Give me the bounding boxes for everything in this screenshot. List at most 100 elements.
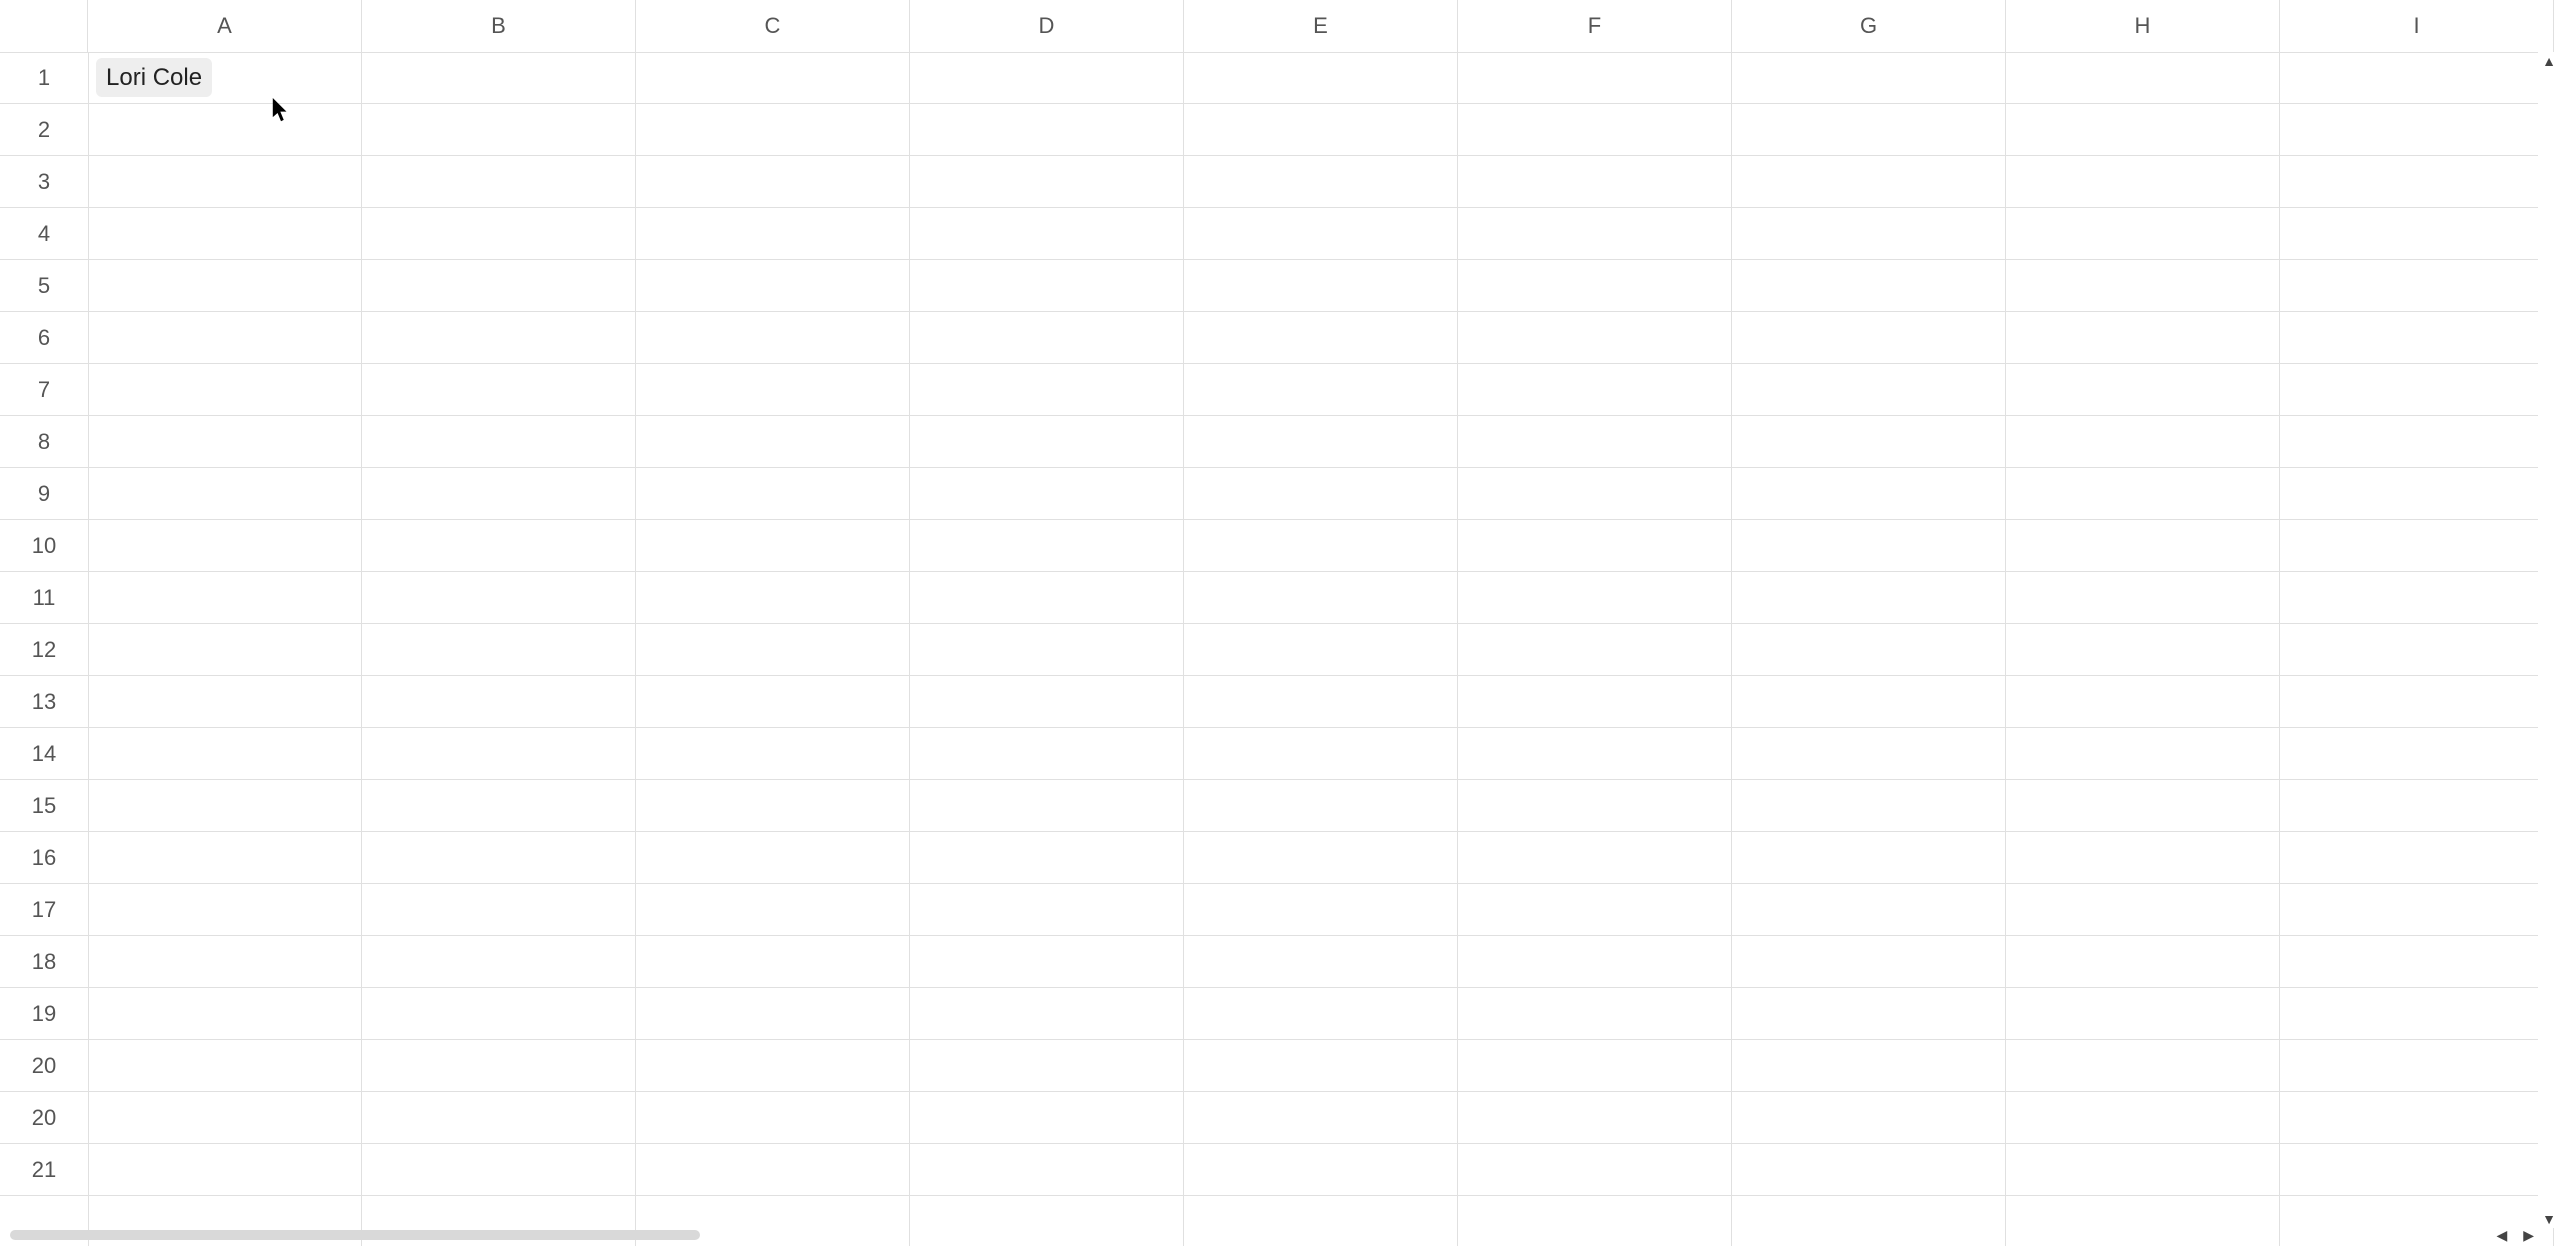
row-header-7[interactable]: 7 [0, 364, 88, 416]
cell-A11[interactable] [88, 572, 362, 623]
cell-A13[interactable] [88, 676, 362, 727]
cell-F21[interactable] [1458, 1144, 1732, 1195]
cell-C7[interactable] [636, 364, 910, 415]
cell-A4[interactable] [88, 208, 362, 259]
cell-E20[interactable] [1184, 1040, 1458, 1091]
cell-G1[interactable] [1732, 52, 2006, 103]
cell-I12[interactable] [2280, 624, 2554, 675]
cell-A17[interactable] [88, 884, 362, 935]
cell-E17[interactable] [1184, 884, 1458, 935]
cell-F13[interactable] [1458, 676, 1732, 727]
cell-B10[interactable] [362, 520, 636, 571]
cell-C17[interactable] [636, 884, 910, 935]
cell-B9[interactable] [362, 468, 636, 519]
cell-H20[interactable] [2006, 1040, 2280, 1091]
sheet-nav-left-icon[interactable]: ◀ [2496, 1227, 2507, 1244]
cell-I7[interactable] [2280, 364, 2554, 415]
cell-B15[interactable] [362, 780, 636, 831]
cell-C5[interactable] [636, 260, 910, 311]
cell-A15[interactable] [88, 780, 362, 831]
col-header-A[interactable]: A [88, 0, 362, 52]
cell-C3[interactable] [636, 156, 910, 207]
cell-D7[interactable] [910, 364, 1184, 415]
row-header-11[interactable]: 11 [0, 572, 88, 624]
cell-E11[interactable] [1184, 572, 1458, 623]
cell-H11[interactable] [2006, 572, 2280, 623]
cell-C20[interactable] [636, 1092, 910, 1143]
cell-B2[interactable] [362, 104, 636, 155]
cell-F1[interactable] [1458, 52, 1732, 103]
col-header-G[interactable]: G [1732, 0, 2006, 52]
cell-B1[interactable] [362, 52, 636, 103]
cell-I1[interactable] [2280, 52, 2554, 103]
cell-C12[interactable] [636, 624, 910, 675]
row-header-15[interactable]: 15 [0, 780, 88, 832]
cell-H4[interactable] [2006, 208, 2280, 259]
cell-I18[interactable] [2280, 936, 2554, 987]
cell-B6[interactable] [362, 312, 636, 363]
cell-E1[interactable] [1184, 52, 1458, 103]
cell-E15[interactable] [1184, 780, 1458, 831]
cell-E14[interactable] [1184, 728, 1458, 779]
cell-D11[interactable] [910, 572, 1184, 623]
cell-I9[interactable] [2280, 468, 2554, 519]
select-all-corner[interactable] [0, 0, 88, 52]
cell-G13[interactable] [1732, 676, 2006, 727]
row-header-13[interactable]: 13 [0, 676, 88, 728]
cell-F19[interactable] [1458, 988, 1732, 1039]
horizontal-scrollbar-thumb[interactable] [10, 1230, 700, 1240]
cell-I10[interactable] [2280, 520, 2554, 571]
cell-E3[interactable] [1184, 156, 1458, 207]
cell-D6[interactable] [910, 312, 1184, 363]
cell-F12[interactable] [1458, 624, 1732, 675]
cell-E21[interactable] [1184, 1144, 1458, 1195]
cell-H9[interactable] [2006, 468, 2280, 519]
cell-F16[interactable] [1458, 832, 1732, 883]
sheet-nav-right-icon[interactable]: ▶ [2523, 1227, 2534, 1244]
cell-I14[interactable] [2280, 728, 2554, 779]
scroll-up-icon[interactable]: ▲ [2542, 52, 2556, 70]
cell-I4[interactable] [2280, 208, 2554, 259]
cell-H12[interactable] [2006, 624, 2280, 675]
cell-G5[interactable] [1732, 260, 2006, 311]
cell-H18[interactable] [2006, 936, 2280, 987]
cell-I17[interactable] [2280, 884, 2554, 935]
row-header-16[interactable]: 16 [0, 832, 88, 884]
cell-I19[interactable] [2280, 988, 2554, 1039]
cell-I3[interactable] [2280, 156, 2554, 207]
cell-G6[interactable] [1732, 312, 2006, 363]
cell-F5[interactable] [1458, 260, 1732, 311]
cell-E2[interactable] [1184, 104, 1458, 155]
cell-I6[interactable] [2280, 312, 2554, 363]
row-header-19[interactable]: 19 [0, 988, 88, 1040]
cell-F20[interactable] [1458, 1040, 1732, 1091]
cell-I20[interactable] [2280, 1040, 2554, 1091]
cell-I20[interactable] [2280, 1092, 2554, 1143]
cell-H19[interactable] [2006, 988, 2280, 1039]
cell-B17[interactable] [362, 884, 636, 935]
col-header-F[interactable]: F [1458, 0, 1732, 52]
row-header-12[interactable]: 12 [0, 624, 88, 676]
row-header-5[interactable]: 5 [0, 260, 88, 312]
cell-D17[interactable] [910, 884, 1184, 935]
cell-B16[interactable] [362, 832, 636, 883]
cell-D1[interactable] [910, 52, 1184, 103]
cell-C16[interactable] [636, 832, 910, 883]
row-header-4[interactable]: 4 [0, 208, 88, 260]
cell-B4[interactable] [362, 208, 636, 259]
cell-C2[interactable] [636, 104, 910, 155]
cell-C8[interactable] [636, 416, 910, 467]
cell-F11[interactable] [1458, 572, 1732, 623]
cell-A8[interactable] [88, 416, 362, 467]
cell-C15[interactable] [636, 780, 910, 831]
cell-E8[interactable] [1184, 416, 1458, 467]
cell-H8[interactable] [2006, 416, 2280, 467]
cell-H6[interactable] [2006, 312, 2280, 363]
cell-F4[interactable] [1458, 208, 1732, 259]
cell-C4[interactable] [636, 208, 910, 259]
cell-B21[interactable] [362, 1144, 636, 1195]
cell-E5[interactable] [1184, 260, 1458, 311]
cell-A20[interactable] [88, 1092, 362, 1143]
vertical-scrollbar[interactable]: ▲ ▼ [2538, 52, 2560, 1228]
smart-chip[interactable]: Lori Cole [96, 58, 212, 97]
